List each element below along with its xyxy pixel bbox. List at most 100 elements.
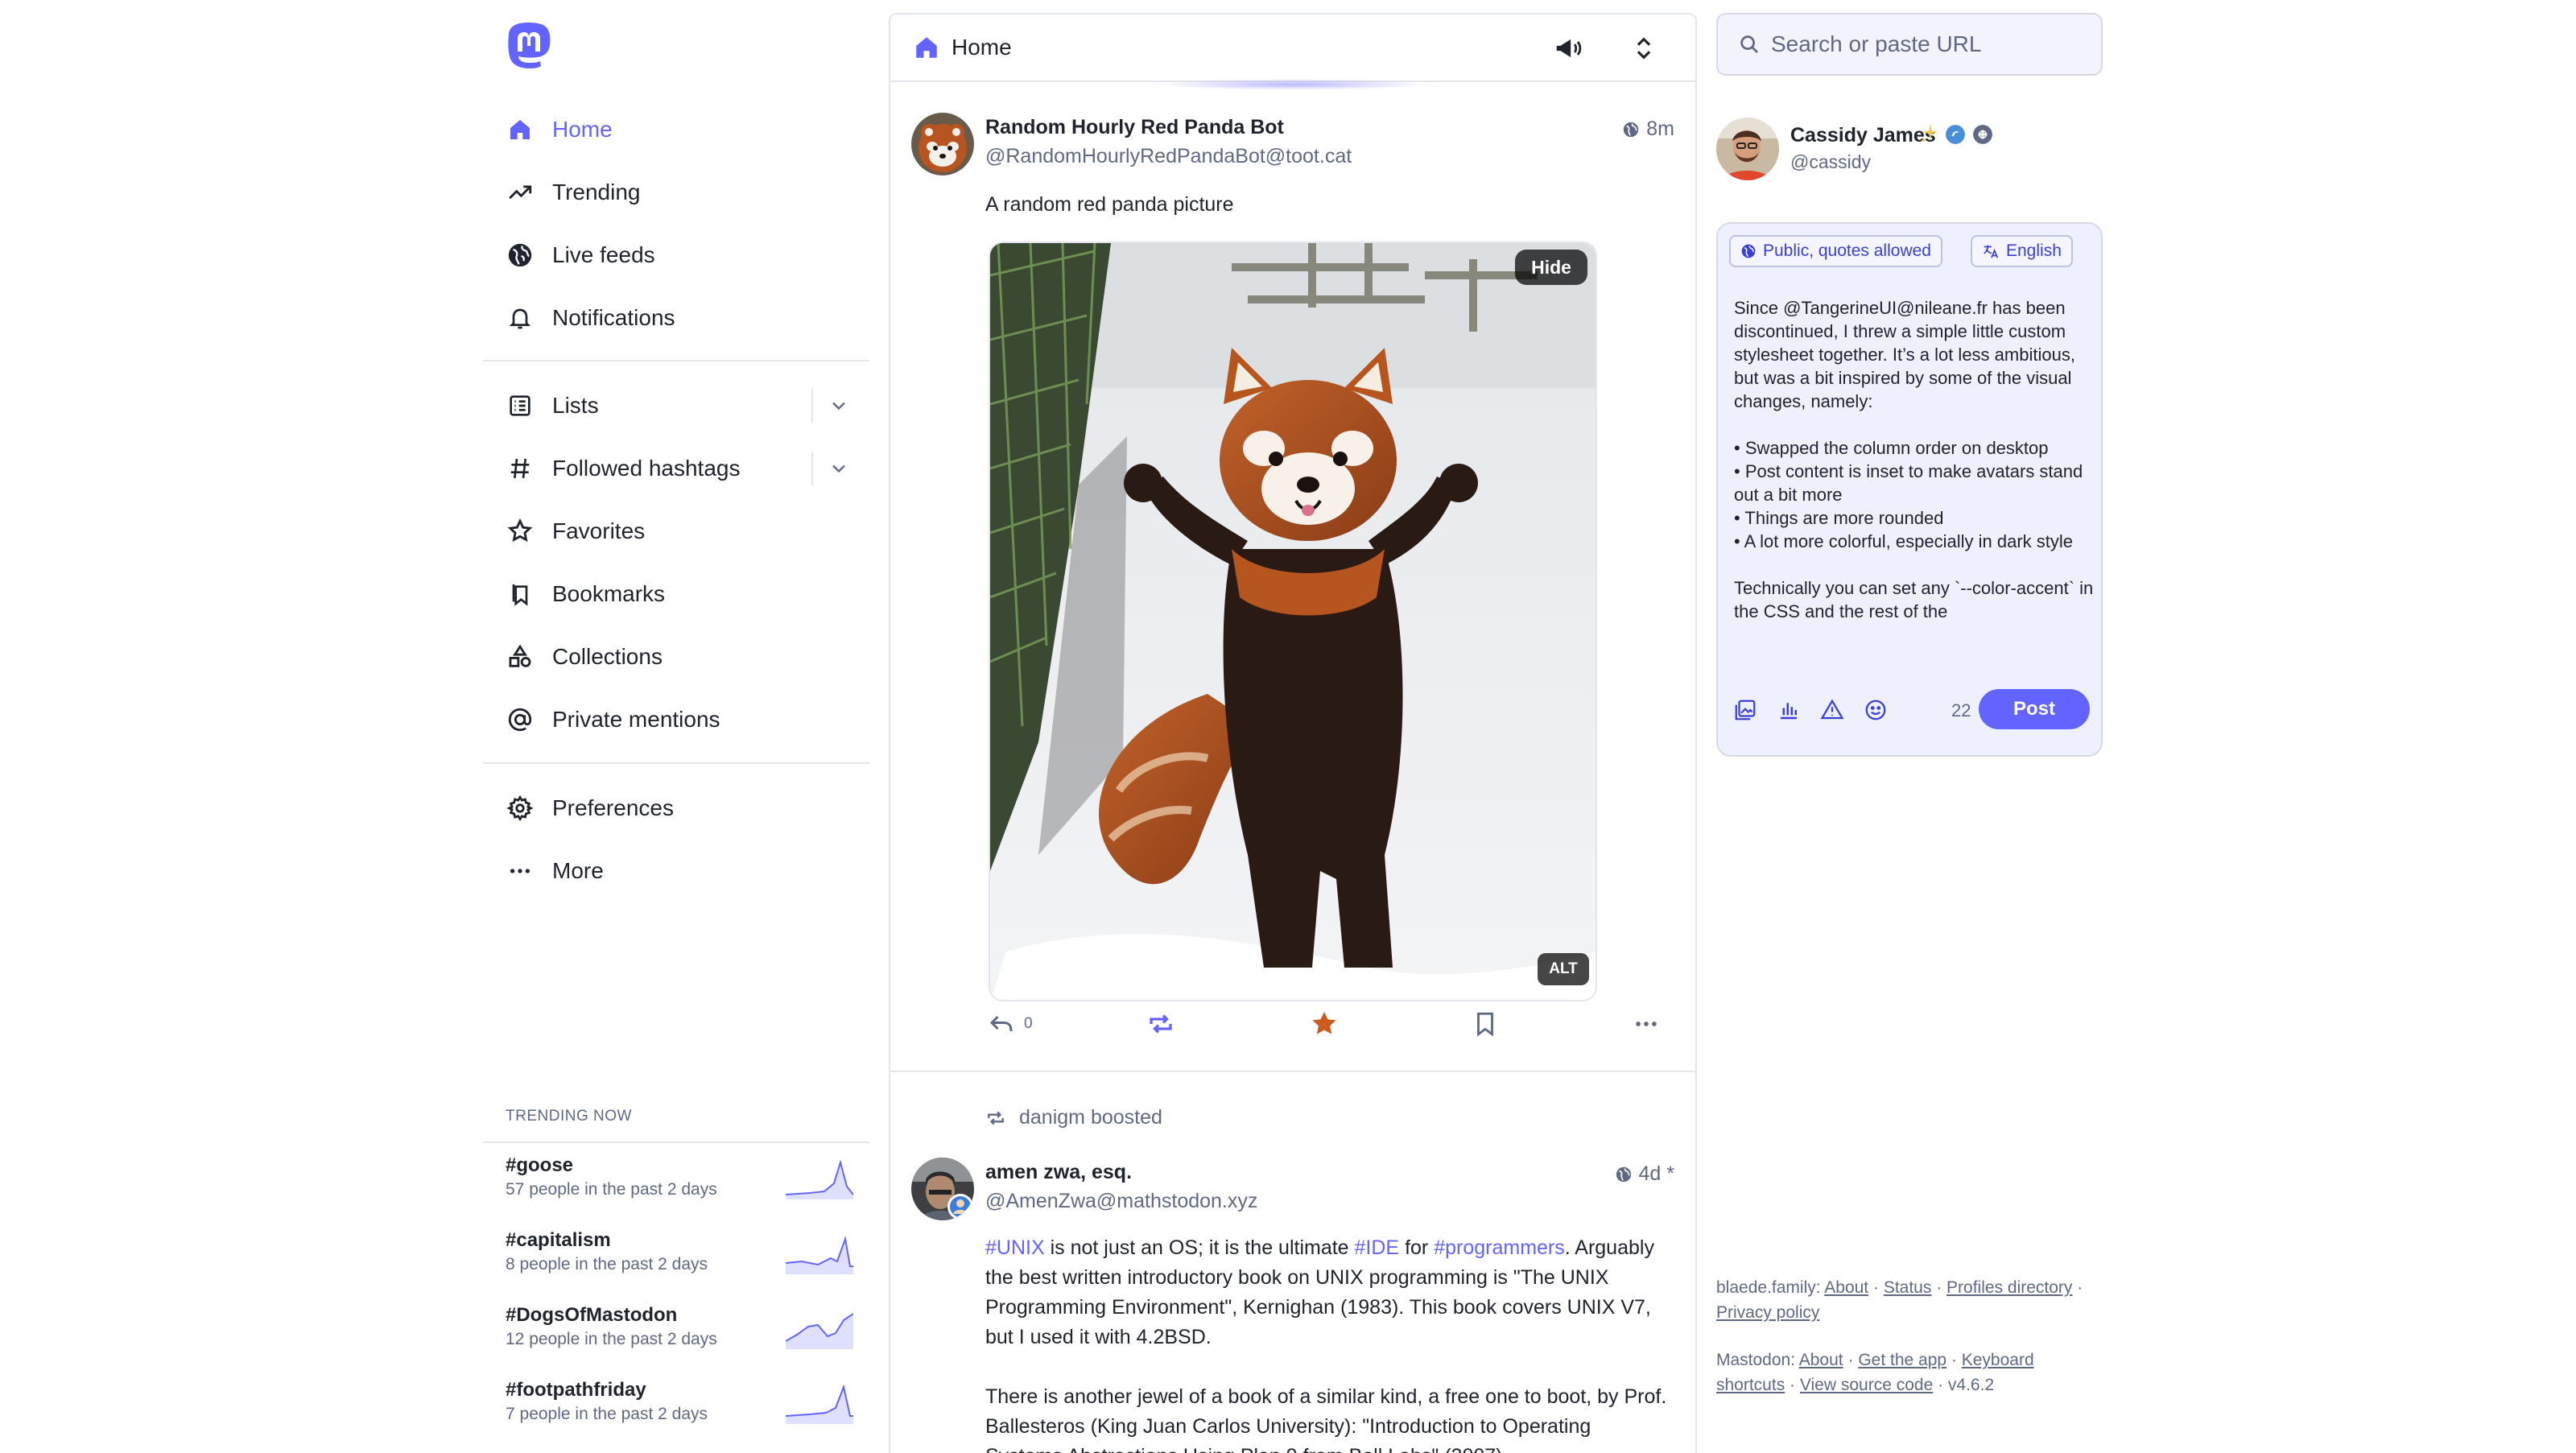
trending-usage: 8 people in the past 2 days — [506, 1255, 708, 1273]
bookmark-icon — [504, 578, 536, 610]
language-label: English — [2006, 241, 2062, 260]
more-options-button[interactable] — [1633, 1006, 1660, 1042]
footer-link-get-the-app[interactable]: Get the app — [1858, 1351, 1946, 1369]
hide-media-button[interactable]: Hide — [1515, 250, 1587, 285]
nav-item-followed-hashtags[interactable]: Followed hashtags — [483, 440, 869, 497]
search-input[interactable] — [1771, 31, 2077, 57]
account-display-name[interactable]: Cassidy James — [1790, 124, 1936, 147]
mastodon-logo-icon[interactable] — [506, 21, 552, 71]
display-name[interactable]: Random Hourly Red Panda Bot — [985, 116, 1284, 139]
nav-item-trending[interactable]: Trending — [483, 164, 869, 221]
nav-item-label: Lists — [552, 393, 599, 418]
nav-item-private-mentions[interactable]: Private mentions — [483, 691, 869, 748]
nav-item-label: Favorites — [552, 518, 646, 543]
visibility-selector[interactable]: Public, quotes allowed — [1729, 235, 1942, 267]
nav-item-label: Notifications — [552, 305, 675, 330]
nav-item-lists[interactable]: Lists — [483, 378, 869, 434]
home-icon — [504, 114, 536, 146]
bell-icon — [504, 302, 536, 334]
alt-text-badge[interactable]: ALT — [1538, 953, 1589, 985]
bookmark-icon — [1477, 1012, 1493, 1037]
trending-item-footpathfriday[interactable]: #footpathfriday 7 people in the past 2 d… — [483, 1379, 869, 1451]
nav-item-label: Collections — [552, 644, 663, 669]
compose-textarea[interactable]: Since @TangerineUI@nileane.fr has been d… — [1734, 296, 2095, 670]
status-post[interactable]: Random Hourly Red Panda Bot @RandomHourl… — [890, 82, 1695, 1072]
reply-button[interactable]: 0 — [987, 1006, 1033, 1042]
add-poll-button[interactable] — [1776, 697, 1802, 723]
hashtag-link[interactable]: #IDE — [1355, 1236, 1400, 1259]
chevron-down-icon[interactable] — [811, 389, 850, 423]
footer-link-about[interactable]: About — [1824, 1278, 1868, 1297]
nav-item-favorites[interactable]: Favorites — [483, 503, 869, 559]
bookmark-button[interactable] — [1472, 1006, 1499, 1042]
account-handle[interactable]: @AmenZwa@mathstodon.xyz — [985, 1190, 1257, 1213]
boost-icon — [988, 1111, 1004, 1125]
nav-item-more[interactable]: More — [483, 843, 869, 899]
trending-tag: #footpathfriday — [506, 1379, 646, 1401]
account-handle: @cassidy — [1790, 151, 1872, 172]
verified-badge-icon — [1946, 125, 1965, 144]
warning-icon — [1820, 699, 1844, 720]
version-number: v4.6.2 — [1947, 1376, 1995, 1394]
translate-icon — [1984, 245, 1999, 258]
footer-link-status[interactable]: Status — [1884, 1278, 1932, 1297]
hashtag-link[interactable]: #programmers — [1434, 1236, 1565, 1259]
trending-icon — [504, 176, 536, 208]
content-warning-button[interactable] — [1819, 697, 1845, 723]
favorite-button[interactable] — [1309, 1006, 1340, 1042]
boost-icon — [1150, 1014, 1172, 1034]
star-filled-icon — [1312, 1011, 1336, 1034]
avatar[interactable] — [911, 1158, 974, 1220]
left-navigation: Home Trending Live feeds Notifications L… — [483, 0, 869, 1453]
boost-indicator[interactable]: danigm boosted — [985, 1106, 1162, 1129]
compose-form: Public, quotes allowed English Since @Ta… — [1716, 222, 2103, 757]
footer-link-profiles-directory[interactable]: Profiles directory — [1946, 1278, 2072, 1297]
column-header[interactable]: Home — [890, 14, 1695, 82]
display-name[interactable]: amen zwa, esq. — [985, 1161, 1132, 1184]
time-text: 4d * — [1638, 1162, 1674, 1185]
nav-item-preferences[interactable]: Preferences — [483, 780, 869, 836]
nav-item-bookmarks[interactable]: Bookmarks — [483, 566, 869, 622]
language-selector[interactable]: English — [1971, 235, 2073, 267]
trending-item-capitalism[interactable]: #capitalism 8 people in the past 2 days — [483, 1229, 869, 1302]
nav-item-notifications[interactable]: Notifications — [483, 290, 869, 346]
footer-link-view-source-code[interactable]: View source code — [1800, 1376, 1933, 1394]
boost-button[interactable] — [1146, 1006, 1175, 1042]
post-timestamp[interactable]: 4d * — [1615, 1162, 1674, 1186]
add-media-button[interactable] — [1732, 697, 1758, 723]
announcements-button[interactable] — [1550, 31, 1586, 66]
trend-sparkline — [786, 1236, 853, 1274]
nav-item-label: Preferences — [552, 795, 674, 820]
nav-item-label: More — [552, 858, 604, 883]
trending-item-dogsofmastodon[interactable]: #DogsOfMastodon 12 people in the past 2 … — [483, 1304, 869, 1377]
boosted-by-text: danigm boosted — [1019, 1106, 1162, 1129]
server-name: blaede.family: — [1716, 1278, 1821, 1297]
post-action-bar: 0 — [989, 1006, 1678, 1042]
trending-item-goose[interactable]: #goose 57 people in the past 2 days — [483, 1154, 869, 1227]
nav-item-live-feeds[interactable]: Live feeds — [483, 227, 869, 283]
column-settings-button[interactable] — [1626, 31, 1662, 66]
avatar[interactable] — [1716, 118, 1779, 180]
footer-link-privacy-policy[interactable]: Privacy policy — [1716, 1303, 1819, 1322]
search-box[interactable] — [1716, 13, 2103, 76]
reply-count: 0 — [1024, 1015, 1033, 1032]
avatar[interactable] — [911, 113, 974, 175]
account-handle[interactable]: @RandomHourlyRedPandaBot@toot.cat — [985, 145, 1352, 168]
nav-item-collections[interactable]: Collections — [483, 629, 869, 685]
current-account[interactable]: Cassidy James @cassidy — [1716, 118, 2103, 182]
home-icon — [916, 37, 937, 58]
post-timestamp[interactable]: 8m — [1622, 118, 1674, 141]
post-content: A random red panda picture — [985, 193, 1234, 216]
media-attachment[interactable]: Hide ALT — [989, 241, 1597, 1001]
trending-tag: #goose — [506, 1154, 574, 1176]
chevron-down-icon[interactable] — [811, 452, 850, 485]
globe-icon — [1741, 244, 1756, 258]
footer-link-about[interactable]: About — [1799, 1351, 1843, 1369]
more-icon — [504, 855, 536, 887]
nav-item-home[interactable]: Home — [483, 101, 869, 158]
status-post[interactable]: amen zwa, esq. @AmenZwa@mathstodon.xyz 4… — [890, 1141, 1695, 1453]
emoji-picker-button[interactable] — [1863, 697, 1889, 723]
trending-divider — [483, 1141, 869, 1143]
post-button[interactable]: Post — [1979, 689, 2090, 729]
hashtag-link[interactable]: #UNIX — [985, 1236, 1045, 1259]
